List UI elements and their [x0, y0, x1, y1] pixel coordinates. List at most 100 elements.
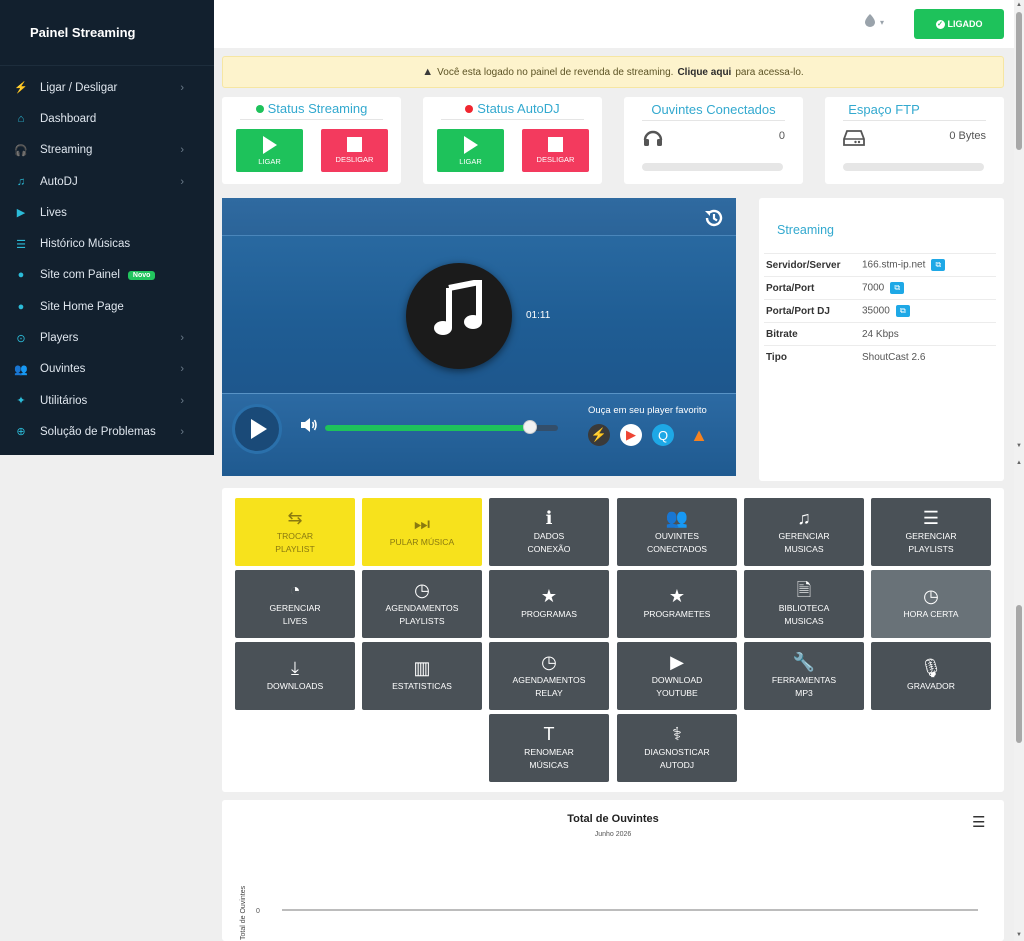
info-value: 166.stm-ip.net ⧉: [862, 253, 996, 277]
tile-label: RELAY: [535, 687, 563, 698]
status-ligado-button[interactable]: ✓ LIGADO: [914, 9, 1004, 39]
tile-label: AUTODJ: [659, 759, 695, 770]
scrollbar-thumb[interactable]: [1016, 12, 1022, 150]
streaming-info-table: Servidor/Server 166.stm-ip.net ⧉ Porta/Port…: [764, 253, 996, 369]
tile-label: PROGRAMETES: [643, 609, 711, 620]
vlc-icon[interactable]: ▲: [688, 424, 710, 446]
streaming-off-button[interactable]: DESLIGAR: [321, 129, 388, 172]
sidebar-item-11[interactable]: ⊕ Solução de Problemas ›: [0, 416, 214, 447]
sidebar-item-label: Lives: [40, 206, 67, 219]
copy-icon[interactable]: ⧉: [890, 282, 905, 294]
volume-icon[interactable]: [300, 417, 318, 438]
winamp-icon[interactable]: ⚡: [588, 424, 610, 446]
volume-knob[interactable]: [523, 420, 538, 434]
copy-icon[interactable]: ⧉: [931, 259, 946, 271]
scroll-up-icon[interactable]: ▲: [1016, 460, 1022, 466]
history-icon[interactable]: [702, 206, 726, 236]
chart-plot: 0 Total de Ouvintes: [240, 885, 978, 940]
tile-7[interactable]: ◷ AGENDAMENTOS PLAYLISTS: [362, 570, 482, 638]
list-icon: ☰: [16, 238, 26, 251]
tile-11[interactable]: ◷ HORA CERTA: [871, 570, 991, 638]
tile-17[interactable]: 🎙 GRAVADOR: [871, 642, 991, 710]
tile-label: MP3: [795, 687, 813, 698]
tile-3[interactable]: 👥 OUVINTES CONECTADOS: [617, 498, 737, 566]
sidebar-item-9[interactable]: 👥 Ouvintes ›: [0, 354, 214, 385]
scroll-down-icon[interactable]: ▼: [1016, 932, 1022, 938]
tile-14[interactable]: ◷ AGENDAMENTOS RELAY: [489, 642, 609, 710]
tile-label: FERRAMENTAS: [771, 675, 837, 686]
tile-6[interactable]: ◔ GERENCIAR LIVES: [235, 570, 355, 638]
sidebar-item-3[interactable]: ♫ AutoDJ ›: [0, 166, 214, 197]
sidebar-item-5[interactable]: ☰ Histórico Músicas: [0, 228, 214, 259]
sidebar-item-1[interactable]: ⌂ Dashboard: [0, 103, 214, 134]
headphones-icon: 🎧: [14, 144, 28, 157]
quicktime-icon[interactable]: Q: [652, 424, 674, 446]
tile-8[interactable]: ★ PROGRAMAS: [489, 570, 609, 638]
sidebar-item-4[interactable]: ▶ Lives: [0, 197, 214, 228]
y-axis-label: Total de Ouvintes: [240, 885, 247, 940]
chevron-right-icon: ›: [180, 394, 184, 407]
tile-16[interactable]: 🔧 FERRAMENTAS MP3: [744, 642, 864, 710]
sidebar-item-10[interactable]: ✦ Utilitários ›: [0, 385, 214, 416]
info-icon: ℹ: [545, 508, 553, 529]
tile-label: MÚSICAS: [529, 759, 569, 770]
play-button[interactable]: [232, 404, 282, 454]
topbar: ▾ ✓ LIGADO: [214, 0, 1014, 48]
tile-18[interactable]: T RENOMEAR MÚSICAS: [489, 714, 609, 782]
list-icon: ☰: [922, 508, 940, 529]
tile-label: DADOS: [533, 531, 565, 542]
sidebar-item-7[interactable]: ● Site Home Page: [0, 291, 214, 322]
autodj-on-button[interactable]: LIGAR: [437, 129, 504, 172]
tile-5[interactable]: ☰ GERENCIAR PLAYLISTS: [871, 498, 991, 566]
sidebar-item-label: Site com Painel: [40, 269, 120, 282]
tile-2[interactable]: ℹ DADOS CONEXÃO: [489, 498, 609, 566]
star-icon: ★: [668, 586, 686, 607]
shortcut-tiles-panel: ⇆ TROCAR PLAYLIST ⏭ PULAR MÚSICA ℹ DADOS CONEXÃ…: [222, 488, 1004, 792]
sidebar-item-label: AutoDJ: [40, 175, 78, 188]
stethoscope-icon: ⚕: [672, 724, 682, 745]
tile-0[interactable]: ⇆ TROCAR PLAYLIST: [235, 498, 355, 566]
streaming-on-button[interactable]: LIGAR: [236, 129, 303, 172]
tile-10[interactable]: 🗎 BIBLIOTECA MUSICAS: [744, 570, 864, 638]
skip-icon: ⏭: [413, 514, 431, 535]
check-circle-icon: ✓: [935, 19, 945, 29]
stop-icon: [347, 137, 362, 152]
windows-media-player-icon[interactable]: ▶: [620, 424, 642, 446]
y-tick-label: 0: [256, 908, 260, 915]
streaming-info-title: Streaming: [777, 223, 834, 237]
chevron-right-icon: ›: [180, 363, 184, 376]
info-value: 7000 ⧉: [862, 276, 996, 300]
user-menu[interactable]: ▾: [864, 14, 884, 30]
sidebar-item-2[interactable]: 🎧 Streaming ›: [0, 135, 214, 166]
chevron-right-icon: ›: [180, 144, 184, 157]
sidebar-menu: ⚡ Ligar / Desligar › ⌂ Dashboard 🎧 Streaming › ♫…: [0, 66, 214, 448]
music-icon: ♫: [16, 175, 26, 188]
scrollbar-thumb[interactable]: [1016, 605, 1022, 743]
tile-13[interactable]: ▥ ESTATISTICAS: [362, 642, 482, 710]
tile-label: LIVES: [282, 615, 308, 626]
tile-12[interactable]: ⤓ DOWNLOADS: [235, 642, 355, 710]
tile-label: PULAR MÚSICA: [389, 537, 455, 548]
status-autodj-card: Status AutoDJ LIGAR DESLIGAR: [423, 97, 602, 184]
tile-15[interactable]: ▶ DOWNLOAD YOUTUBE: [617, 642, 737, 710]
tile-4[interactable]: ♫ GERENCIAR MUSICAS: [744, 498, 864, 566]
tile-label: MUSICAS: [784, 543, 824, 554]
scroll-up-icon[interactable]: ▲: [1016, 2, 1022, 8]
tile-label: ESTATISTICAS: [392, 681, 452, 692]
alert-link[interactable]: Clique aqui: [677, 67, 731, 78]
sidebar-item-0[interactable]: ⚡ Ligar / Desligar ›: [0, 72, 214, 103]
info-key: Porta/Port DJ: [764, 299, 862, 323]
sidebar-item-label: Dashboard: [40, 112, 97, 125]
scroll-down-icon[interactable]: ▼: [1016, 443, 1022, 449]
sidebar-item-6[interactable]: ● Site com Painel Novo: [0, 260, 214, 291]
sidebar-item-label: Ligar / Desligar: [40, 81, 118, 94]
tile-label: OUVINTES: [655, 531, 699, 542]
autodj-off-button[interactable]: DESLIGAR: [522, 129, 589, 172]
sidebar-item-label: Histórico Músicas: [40, 238, 131, 251]
copy-icon[interactable]: ⧉: [895, 305, 910, 317]
scrollbar[interactable]: ▲ ▼ ▲ ▼: [1014, 0, 1024, 941]
tile-1[interactable]: ⏭ PULAR MÚSICA: [362, 498, 482, 566]
tile-19[interactable]: ⚕ DIAGNOSTICAR AUTODJ: [617, 714, 737, 782]
tile-9[interactable]: ★ PROGRAMETES: [617, 570, 737, 638]
sidebar-item-8[interactable]: ⊙ Players ›: [0, 322, 214, 353]
